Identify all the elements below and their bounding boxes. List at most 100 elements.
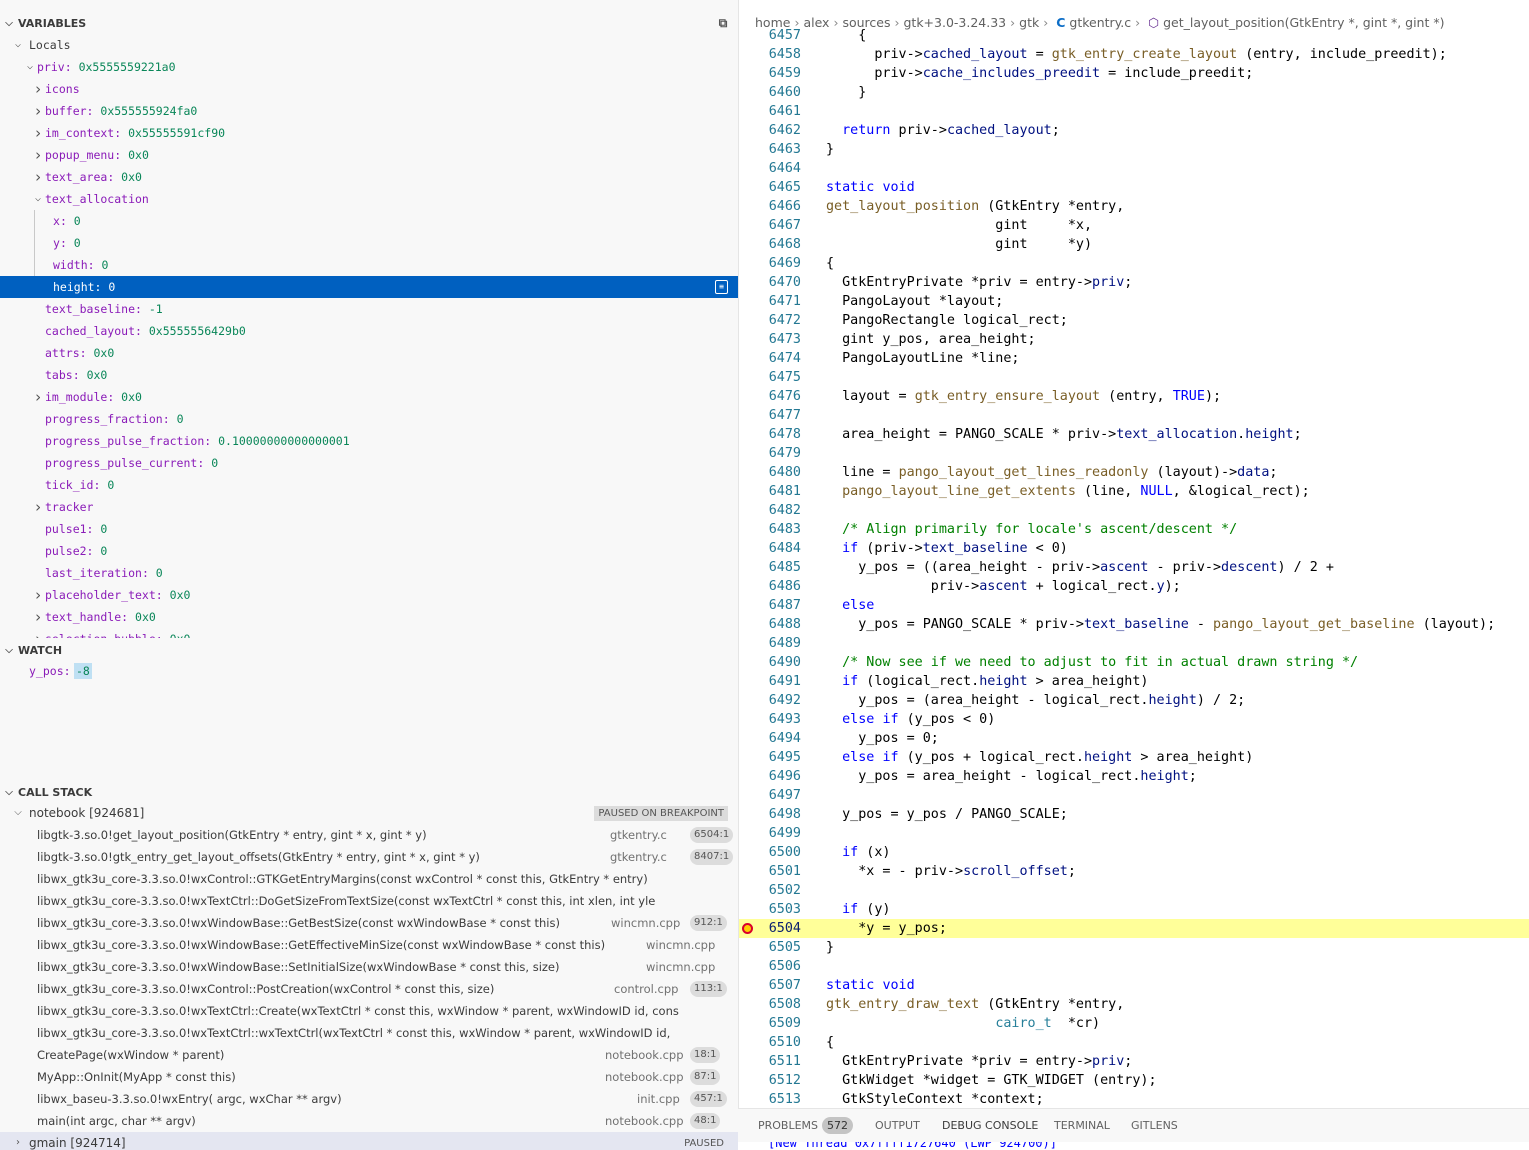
code-line[interactable]: 6471 PangoLayout *layout; [739,292,1529,311]
panel-tab-terminal[interactable]: TERMINAL [1054,1109,1110,1143]
code-line[interactable]: 6487 else [739,596,1529,615]
code-line[interactable]: 6474 PangoLayoutLine *line; [739,349,1529,368]
code-line[interactable]: 6465 static void [739,178,1529,197]
code-line[interactable]: 6462 return priv->cached_layout; [739,121,1529,140]
thread-row[interactable]: ⌵ notebook [924681] PAUSED ON BREAKPOINT [0,802,738,824]
variable-row[interactable]: y: 0 [0,232,738,254]
variables-section-header[interactable]: ⌵ VARIABLES ⧉ [0,12,738,34]
variable-row[interactable]: › placeholder_text: 0x0 [0,584,738,606]
variable-row[interactable]: x: 0 [0,210,738,232]
stack-frame[interactable]: libwx_baseu-3.3.so.0!wxEntry( argc, wxCh… [0,1088,738,1110]
stack-frame[interactable]: libgtk-3.so.0!gtk_entry_get_layout_offse… [0,846,738,868]
stack-frame[interactable]: libwx_gtk3u_core-3.3.so.0!wxControl::GTK… [0,868,738,890]
code-line[interactable]: 6469 { [739,254,1529,273]
code-line[interactable]: 6498 y_pos = y_pos / PANGO_SCALE; [739,805,1529,824]
code-line[interactable]: 6495 else if (y_pos + logical_rect.heigh… [739,748,1529,767]
code-line[interactable]: 6484 if (priv->text_baseline < 0) [739,539,1529,558]
code-line[interactable]: 6485 y_pos = ((area_height - priv->ascen… [739,558,1529,577]
view-binary-data-icon[interactable]: ≡ [715,280,728,294]
stack-frame[interactable]: libwx_gtk3u_core-3.3.so.0!wxWindowBase::… [0,934,738,956]
code-line[interactable]: 6511 GtkEntryPrivate *priv = entry->priv… [739,1052,1529,1071]
panel-tab-gitlens[interactable]: GITLENS [1131,1109,1178,1143]
variable-row[interactable]: pulse2: 0 [0,540,738,562]
variable-row[interactable]: › tracker [0,496,738,518]
code-line[interactable]: 6488 y_pos = PANGO_SCALE * priv->text_ba… [739,615,1529,634]
code-line[interactable]: 6477 [739,406,1529,425]
code-line[interactable]: 6476 layout = gtk_entry_ensure_layout (e… [739,387,1529,406]
thread-row[interactable]: › gmain [924714] PAUSED [0,1132,738,1150]
code-line[interactable]: 6491 if (logical_rect.height > area_heig… [739,672,1529,691]
stack-frame[interactable]: CreatePage(wxWindow * parent) notebook.cp… [0,1044,738,1066]
code-line[interactable]: 6493 else if (y_pos < 0) [739,710,1529,729]
code-line[interactable]: 6492 y_pos = (area_height - logical_rect… [739,691,1529,710]
code-line[interactable]: 6496 y_pos = area_height - logical_rect.… [739,767,1529,786]
code-line[interactable]: 6507 static void [739,976,1529,995]
variable-row[interactable]: last_iteration: 0 [0,562,738,584]
code-line[interactable]: 6490 /* Now see if we need to adjust to … [739,653,1529,672]
code-line[interactable]: 6489 [739,634,1529,653]
variable-row[interactable]: width: 0 [0,254,738,276]
code-line[interactable]: 6497 [739,786,1529,805]
variable-row[interactable]: › im_context: 0x55555591cf90 [0,122,738,144]
code-line[interactable]: 6466 get_layout_position (GtkEntry *entry… [739,197,1529,216]
code-line[interactable]: 6502 [739,881,1529,900]
collapse-all-icon[interactable]: ⧉ [716,16,730,30]
current-code-line[interactable]: 6504 *y = y_pos; [739,919,1529,938]
code-line[interactable]: 6479 [739,444,1529,463]
code-line[interactable]: 6483 /* Align primarily for locale's asc… [739,520,1529,539]
panel-tab-debug-console[interactable]: DEBUG CONSOLE [942,1109,1039,1143]
locals-scope[interactable]: ⌵ Locals [0,34,738,56]
code-line[interactable]: 6482 [739,501,1529,520]
variable-row[interactable]: pulse1: 0 [0,518,738,540]
code-line[interactable]: 6480 line = pango_layout_get_lines_reado… [739,463,1529,482]
variable-row[interactable]: › popup_menu: 0x0 [0,144,738,166]
panel-tab-problems[interactable]: PROBLEMS 572 [758,1109,854,1143]
stack-frame[interactable]: libwx_gtk3u_core-3.3.so.0!wxTextCtrl::Do… [0,890,738,912]
variable-row[interactable]: height: 0 ≡ [0,276,738,298]
code-line[interactable]: 6463} [739,140,1529,159]
callstack-section-header[interactable]: ⌵ CALL STACK [0,781,738,803]
variable-row[interactable]: progress_fraction: 0 [0,408,738,430]
code-line[interactable]: 6464 [739,159,1529,178]
stack-frame[interactable]: libwx_gtk3u_core-3.3.so.0!wxTextCtrl::wx… [0,1022,738,1044]
code-line[interactable]: 6509 cairo_t *cr) [739,1014,1529,1033]
code-line[interactable]: 6501 *x = - priv->scroll_offset; [739,862,1529,881]
variable-row[interactable]: text_baseline: -1 [0,298,738,320]
variable-row[interactable]: progress_pulse_current: 0 [0,452,738,474]
code-line[interactable]: 6481 pango_layout_line_get_extents (line… [739,482,1529,501]
code-line[interactable]: 6467 gint *x, [739,216,1529,235]
variable-row[interactable]: › text_area: 0x0 [0,166,738,188]
stack-frame[interactable]: libwx_gtk3u_core-3.3.so.0!wxWindowBase::… [0,912,738,934]
code-line[interactable]: 6505} [739,938,1529,957]
variable-row[interactable]: ⌵ priv: 0x5555559221a0 [0,56,738,78]
code-line[interactable]: 6472 PangoRectangle logical_rect; [739,311,1529,330]
code-editor[interactable]: home › alex › sources › gtk+3.0-3.24.33 › gtk › Cg… [738,0,1529,1108]
code-line[interactable]: 6478 area_height = PANGO_SCALE * priv->t… [739,425,1529,444]
variable-row[interactable]: ›selection_bubble: 0x0 [0,628,738,638]
variable-row[interactable]: attrs: 0x0 [0,342,738,364]
variable-row[interactable]: › icons [0,78,738,100]
variable-row[interactable]: › text_handle: 0x0 [0,606,738,628]
code-line[interactable]: 6475 [739,368,1529,387]
code-line[interactable]: 6473 gint y_pos, area_height; [739,330,1529,349]
code-line[interactable]: 6494 y_pos = 0; [739,729,1529,748]
variable-row[interactable]: › im_module: 0x0 [0,386,738,408]
code-line[interactable]: 6460 } [739,83,1529,102]
stack-frame[interactable]: libgtk-3.so.0!get_layout_position(GtkEnt… [0,824,738,846]
variable-row[interactable]: ⌵ text_allocation [0,188,738,210]
code-line[interactable]: 6503 if (y) [739,900,1529,919]
code-line[interactable]: 6470 GtkEntryPrivate *priv = entry->priv… [739,273,1529,292]
code-line[interactable]: 6468 gint *y) [739,235,1529,254]
code-line[interactable]: 6512 GtkWidget *widget = GTK_WIDGET (ent… [739,1071,1529,1090]
code-line[interactable]: 6486 priv->ascent + logical_rect.y); [739,577,1529,596]
panel-tab-output[interactable]: OUTPUT [875,1109,920,1143]
code-line[interactable]: 6506 [739,957,1529,976]
stack-frame[interactable]: libwx_gtk3u_core-3.3.so.0!wxWindowBase::… [0,956,738,978]
code-line[interactable]: 6500 if (x) [739,843,1529,862]
variable-row[interactable]: tick_id: 0 [0,474,738,496]
code-line[interactable]: 6513 GtkStyleContext *context; [739,1090,1529,1108]
variable-row[interactable]: progress_pulse_fraction: 0.1000000000000… [0,430,738,452]
code-line[interactable]: 6508 gtk_entry_draw_text (GtkEntry *entry… [739,995,1529,1014]
code-line[interactable]: 6499 [739,824,1529,843]
stack-frame[interactable]: libwx_gtk3u_core-3.3.so.0!wxTextCtrl::Cr… [0,1000,738,1022]
